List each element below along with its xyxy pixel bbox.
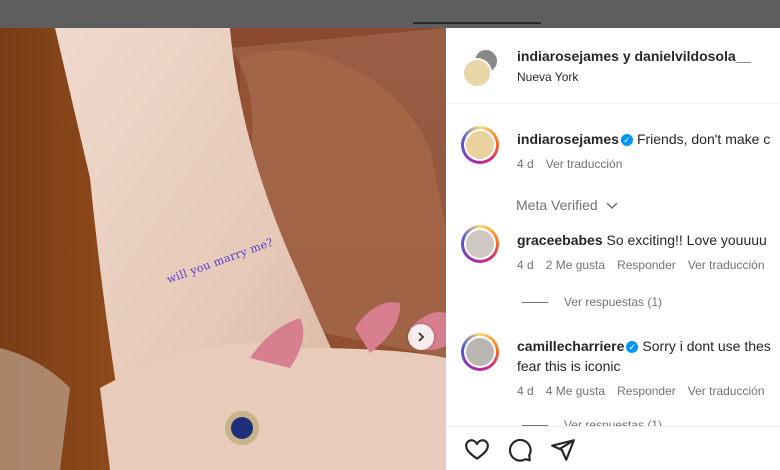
post-header: indiarosejames y danielvildosola__ Nueva… — [446, 28, 780, 104]
avatar[interactable] — [461, 126, 499, 164]
comment-likes[interactable]: 4 Me gusta — [546, 384, 605, 398]
chevron-down-icon — [606, 202, 618, 210]
comment-likes[interactable]: 2 Me gusta — [546, 258, 605, 272]
comment-meta: 4 d 4 Me gusta Responder Ver traducción — [517, 384, 777, 398]
comment-text: graceebabes So exciting!! Love youuuu — [517, 232, 767, 248]
comment-meta: 4 d 2 Me gusta Responder Ver traducción — [517, 258, 777, 272]
chevron-right-icon — [418, 332, 425, 342]
comment-time: 4 d — [517, 157, 534, 171]
post-photo[interactable]: will you marry me? — [0, 28, 446, 470]
share-button[interactable] — [550, 437, 578, 465]
next-photo-button[interactable] — [408, 324, 434, 350]
comment-body: Friends, don't make c — [636, 131, 771, 147]
comment-meta: 4 d Ver traducción — [517, 157, 634, 171]
comment-icon — [508, 438, 532, 462]
reply-link[interactable]: Responder — [617, 258, 676, 272]
post-side-panel: indiarosejames y danielvildosola__ Nueva… — [446, 28, 780, 470]
translate-link[interactable]: Ver traducción — [688, 384, 765, 398]
meta-verified-toggle[interactable]: Meta Verified — [516, 197, 618, 213]
view-replies-label: Ver respuestas (1) — [564, 295, 663, 309]
photo-image — [0, 28, 446, 470]
reply-link[interactable]: Responder — [617, 384, 676, 398]
comment-body-continued: fear this is iconic — [517, 358, 621, 374]
comment-username[interactable]: graceebabes — [517, 232, 603, 248]
tab-indicator — [413, 22, 541, 24]
like-button[interactable] — [464, 437, 492, 465]
comment-time: 4 d — [517, 384, 534, 398]
comment-body: Sorry i dont use thes — [642, 338, 771, 354]
avatar[interactable] — [461, 225, 499, 263]
comment-username[interactable]: indiarosejames — [517, 131, 619, 147]
post-actions-bar — [446, 426, 780, 470]
view-replies-link[interactable]: Ver respuestas (1) — [522, 295, 662, 309]
meta-verified-label: Meta Verified — [516, 197, 598, 213]
heart-icon — [465, 439, 489, 460]
comment-text: camillecharriere ✓ Sorry i dont use thes — [517, 338, 771, 354]
comment-time: 4 d — [517, 258, 534, 272]
post-location[interactable]: Nueva York — [517, 70, 578, 84]
avatar[interactable] — [461, 333, 499, 371]
divider — [522, 302, 548, 304]
translate-link[interactable]: Ver traducción — [546, 157, 623, 171]
share-icon — [551, 439, 575, 461]
avatar[interactable] — [462, 58, 492, 88]
comment-username[interactable]: camillecharriere — [517, 338, 624, 354]
comment-text: indiarosejames ✓ Friends, don't make c — [517, 131, 770, 147]
translate-link[interactable]: Ver traducción — [688, 258, 765, 272]
comment-body: So exciting!! Love youuuu — [606, 232, 767, 248]
browser-top-bar — [0, 0, 780, 28]
verified-icon: ✓ — [626, 341, 639, 354]
verified-icon: ✓ — [620, 134, 633, 147]
comment-button[interactable] — [507, 437, 535, 465]
post-authors[interactable]: indiarosejames y danielvildosola__ — [517, 48, 751, 64]
